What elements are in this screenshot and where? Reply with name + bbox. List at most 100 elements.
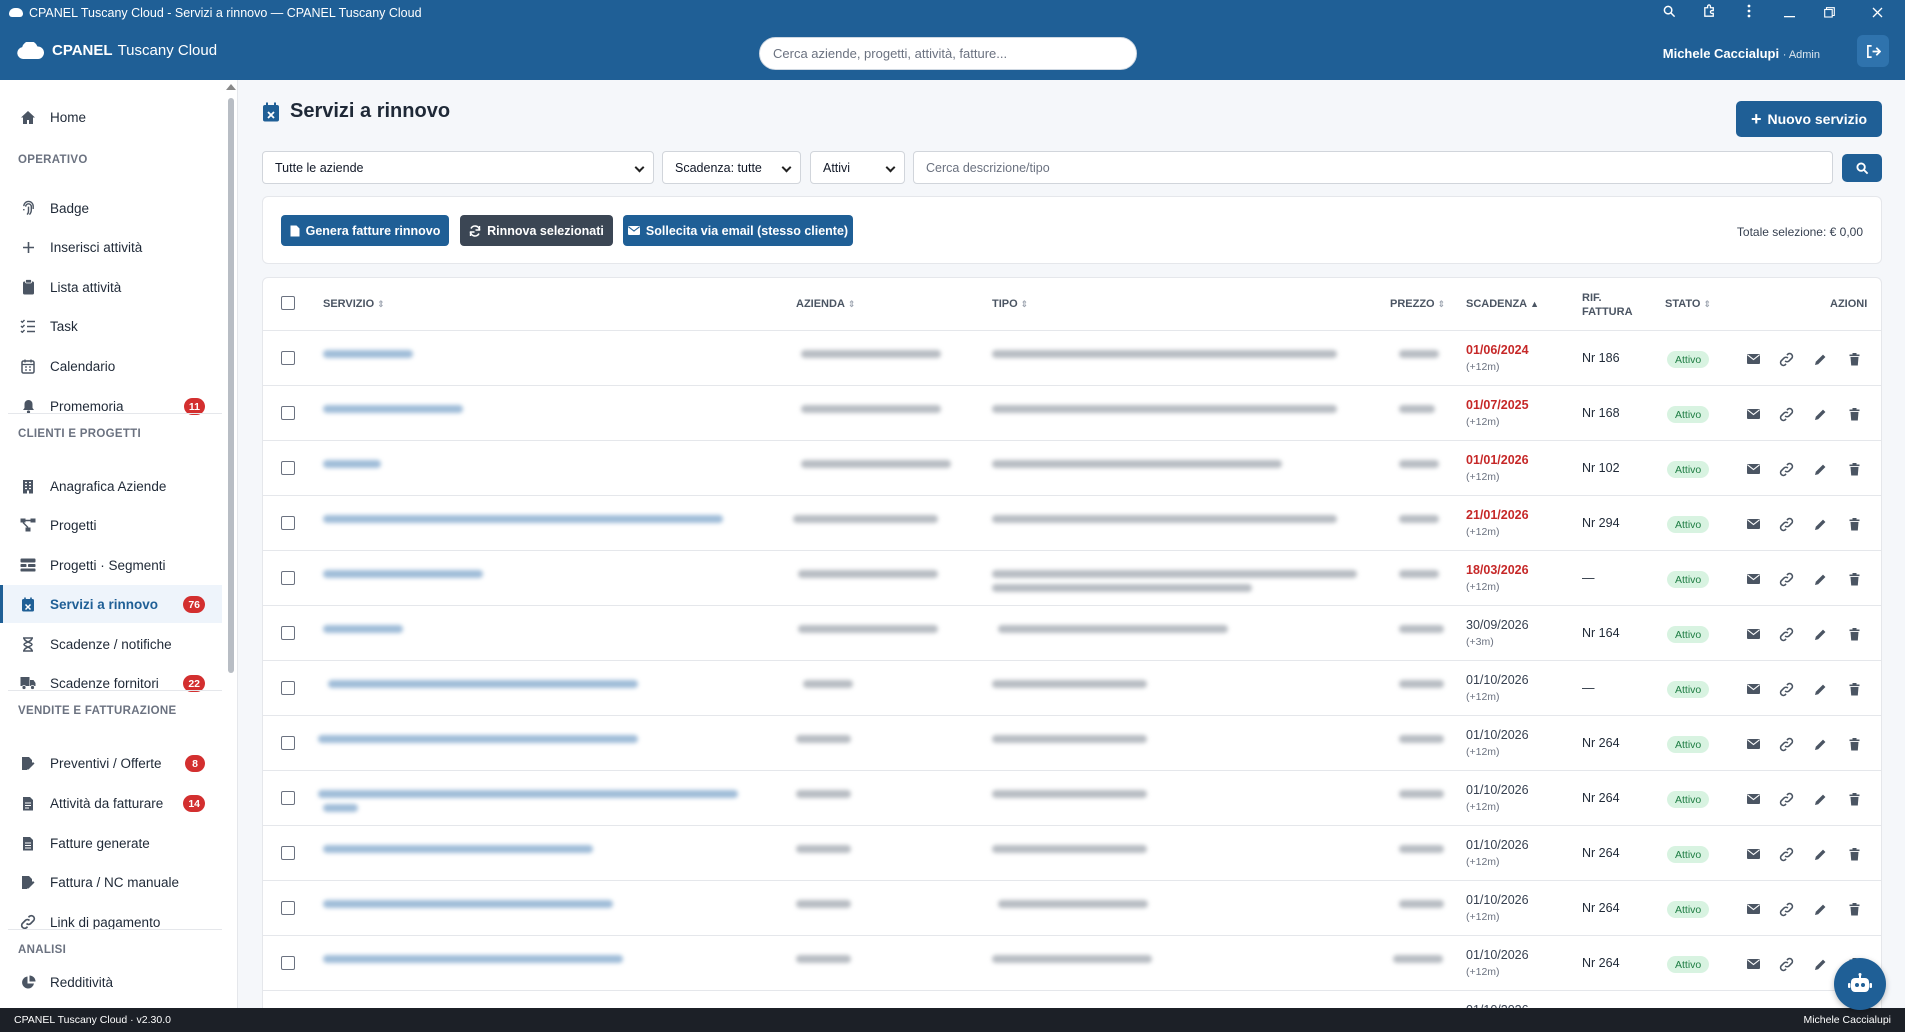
row-checkbox[interactable] xyxy=(281,406,295,420)
edit-icon[interactable] xyxy=(1812,791,1828,807)
company-name-redacted[interactable] xyxy=(798,625,938,633)
sidebar-item-segmenti[interactable]: Progetti · Segmenti xyxy=(0,546,222,584)
email-reminder-icon[interactable] xyxy=(1745,956,1761,972)
link-icon[interactable] xyxy=(1778,901,1794,917)
sidebar-item-task[interactable]: Task xyxy=(0,307,222,345)
service-name-redacted[interactable] xyxy=(323,460,381,468)
delete-icon[interactable] xyxy=(1846,626,1862,642)
email-reminder-icon[interactable] xyxy=(1745,406,1761,422)
more-menu-icon[interactable] xyxy=(1729,4,1769,21)
table-row[interactable]: 01/01/2026 (+12m) Nr 102 Attivo xyxy=(263,441,1881,496)
edit-icon[interactable] xyxy=(1812,516,1828,532)
col-scadenza-header[interactable]: SCADENZA ▲ xyxy=(1466,297,1539,311)
extensions-icon[interactable] xyxy=(1689,3,1729,22)
edit-icon[interactable] xyxy=(1812,901,1828,917)
sidebar-item-link[interactable]: Link di pagamento xyxy=(0,903,222,941)
sidebar-item-da-fatturare[interactable]: Attività da fatturare 14 xyxy=(0,784,222,822)
table-row[interactable]: 18/03/2026 (+12m) — Attivo xyxy=(263,551,1881,606)
restore-icon[interactable] xyxy=(1809,5,1849,21)
link-icon[interactable] xyxy=(1778,461,1794,477)
assistant-bot-button[interactable] xyxy=(1834,958,1886,1010)
service-name-redacted[interactable] xyxy=(323,570,483,578)
edit-icon[interactable] xyxy=(1812,461,1828,477)
sidebar-item-anagrafica[interactable]: Anagrafica Aziende xyxy=(0,467,222,505)
delete-icon[interactable] xyxy=(1846,461,1862,477)
company-name-redacted[interactable] xyxy=(793,515,938,523)
col-servizio-header[interactable]: SERVIZIO ⇕ xyxy=(323,297,385,311)
row-checkbox[interactable] xyxy=(281,736,295,750)
link-icon[interactable] xyxy=(1778,351,1794,367)
col-stato-header[interactable]: STATO ⇕ xyxy=(1665,297,1711,311)
company-name-redacted[interactable] xyxy=(801,460,951,468)
table-row[interactable]: 01/10/2026 (+12m) — Attivo xyxy=(263,661,1881,716)
edit-icon[interactable] xyxy=(1812,626,1828,642)
service-name-redacted[interactable] xyxy=(323,955,623,963)
edit-icon[interactable] xyxy=(1812,406,1828,422)
table-row[interactable]: 01/10/2026 (+12m) Nr 264 Attivo xyxy=(263,881,1881,936)
edit-icon[interactable] xyxy=(1812,571,1828,587)
sidebar-item-preventivi[interactable]: Preventivi / Offerte 8 xyxy=(0,744,222,782)
col-azienda-header[interactable]: AZIENDA ⇕ xyxy=(796,297,855,311)
delete-icon[interactable] xyxy=(1846,406,1862,422)
service-name-redacted[interactable] xyxy=(318,790,738,798)
delete-icon[interactable] xyxy=(1846,351,1862,367)
sidebar-item-inserisci[interactable]: Inserisci attività xyxy=(0,228,222,266)
sidebar-item-scadenze[interactable]: Scadenze / notifiche xyxy=(0,625,222,663)
email-reminder-icon[interactable] xyxy=(1745,571,1761,587)
row-checkbox[interactable] xyxy=(281,516,295,530)
col-tipo-header[interactable]: TIPO ⇕ xyxy=(992,297,1028,311)
sidebar-item-promemoria[interactable]: Promemoria 11 xyxy=(0,387,222,425)
link-icon[interactable] xyxy=(1778,791,1794,807)
genera-fatture-button[interactable]: Genera fatture rinnovo xyxy=(281,215,449,246)
service-name-redacted[interactable] xyxy=(323,350,413,358)
sidebar-scrollbar[interactable] xyxy=(228,98,234,673)
email-reminder-icon[interactable] xyxy=(1745,736,1761,752)
sollecita-email-button[interactable]: Sollecita via email (stesso cliente) xyxy=(623,215,853,246)
link-icon[interactable] xyxy=(1778,626,1794,642)
col-prezzo-header[interactable]: PREZZO ⇕ xyxy=(1390,297,1445,311)
aziende-select[interactable]: Tutte le aziende xyxy=(262,151,654,184)
search-button[interactable] xyxy=(1842,154,1882,182)
service-name-redacted[interactable] xyxy=(323,405,463,413)
close-icon[interactable] xyxy=(1849,5,1905,21)
row-checkbox[interactable] xyxy=(281,956,295,970)
delete-icon[interactable] xyxy=(1846,736,1862,752)
company-name-redacted[interactable] xyxy=(796,735,851,743)
table-row[interactable]: 01/10/2026 (+12m) Nr 264 Attivo xyxy=(263,826,1881,881)
email-reminder-icon[interactable] xyxy=(1745,791,1761,807)
sidebar-item-lista[interactable]: Lista attività xyxy=(0,268,222,306)
edit-icon[interactable] xyxy=(1812,846,1828,862)
table-row[interactable]: 01/10/2026 (+12m) Nr 264 Attivo xyxy=(263,771,1881,826)
sidebar-item-calendario[interactable]: Calendario xyxy=(0,347,222,385)
description-search-input[interactable] xyxy=(913,151,1833,184)
table-row[interactable]: 21/01/2026 (+12m) Nr 294 Attivo xyxy=(263,496,1881,551)
scroll-up-icon[interactable] xyxy=(226,84,236,90)
link-icon[interactable] xyxy=(1778,681,1794,697)
sidebar-item-fornitori[interactable]: Scadenze fornitori 22 xyxy=(0,664,222,702)
service-name-redacted[interactable] xyxy=(328,680,638,688)
link-icon[interactable] xyxy=(1778,406,1794,422)
email-reminder-icon[interactable] xyxy=(1745,681,1761,697)
sidebar-item-manuale[interactable]: Fattura / NC manuale xyxy=(0,863,222,901)
sidebar-item-redditivita[interactable]: Redditività xyxy=(0,963,222,1001)
delete-icon[interactable] xyxy=(1846,846,1862,862)
new-service-button[interactable]: + Nuovo servizio xyxy=(1736,101,1882,137)
global-search-input[interactable] xyxy=(759,37,1137,70)
edit-icon[interactable] xyxy=(1812,956,1828,972)
table-row[interactable]: 01/10/2026 (+12m) Nr 264 Attivo xyxy=(263,716,1881,771)
select-all-checkbox[interactable] xyxy=(281,296,295,310)
company-name-redacted[interactable] xyxy=(796,790,851,798)
zoom-icon[interactable] xyxy=(1649,5,1689,21)
link-icon[interactable] xyxy=(1778,516,1794,532)
minimize-icon[interactable] xyxy=(1769,5,1809,21)
brand-logo[interactable]: CPANEL Tuscany Cloud xyxy=(16,42,217,59)
delete-icon[interactable] xyxy=(1846,516,1862,532)
email-reminder-icon[interactable] xyxy=(1745,626,1761,642)
service-name-redacted[interactable] xyxy=(323,845,593,853)
company-name-redacted[interactable] xyxy=(796,900,851,908)
email-reminder-icon[interactable] xyxy=(1745,516,1761,532)
email-reminder-icon[interactable] xyxy=(1745,461,1761,477)
sidebar-item-servizi[interactable]: Servizi a rinnovo 76 xyxy=(0,585,222,623)
company-name-redacted[interactable] xyxy=(798,570,938,578)
company-name-redacted[interactable] xyxy=(801,405,941,413)
